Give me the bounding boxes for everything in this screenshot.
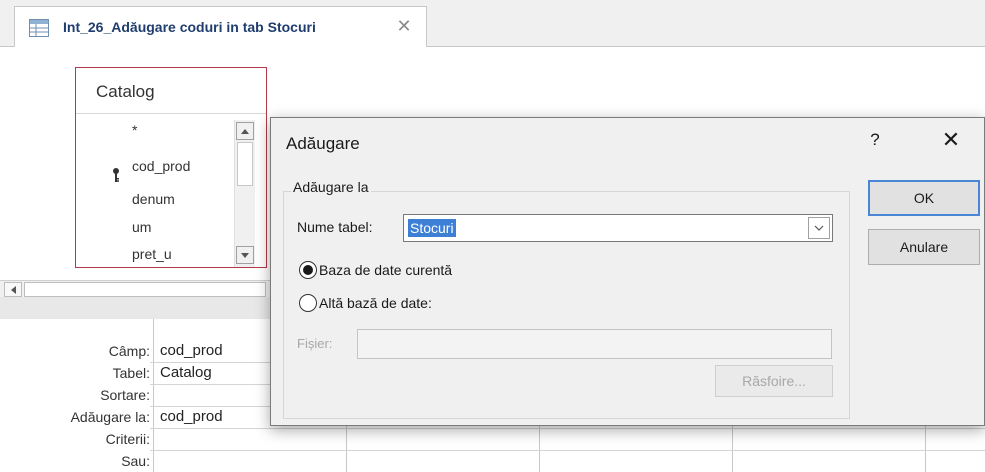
primary-key-icon — [112, 168, 120, 187]
table-name-value: Stocuri — [408, 219, 456, 237]
row-label-criteria: Criterii: — [105, 431, 150, 447]
document-tab-title: Int_26_Adăugare coduri in tab Stocuri — [63, 19, 316, 35]
radio-other-database[interactable] — [299, 294, 317, 312]
grid-cell-table[interactable]: Catalog — [160, 364, 212, 381]
group-label: Adăugare la — [291, 179, 371, 195]
document-tab-strip: Int_26_Adăugare coduri in tab Stocuri ✕ — [0, 0, 985, 47]
scroll-down-icon — [241, 252, 249, 258]
table-name-label: Nume tabel: — [297, 219, 373, 235]
browse-button: Răsfoire... — [715, 365, 833, 397]
help-button[interactable]: ? — [868, 130, 882, 150]
file-name-input — [357, 329, 832, 359]
radio-current-database[interactable] — [299, 261, 317, 279]
grid-cell-field[interactable]: cod_prod — [160, 342, 223, 359]
scroll-thumb[interactable] — [24, 282, 266, 297]
table-field-list-catalog[interactable]: Catalog * cod_prod denum um pret_u — [75, 67, 267, 268]
table-name: Catalog — [96, 82, 155, 101]
close-icon[interactable]: ✕ — [939, 128, 963, 152]
scroll-left-icon — [10, 285, 16, 294]
field-list-item[interactable]: um — [132, 219, 151, 235]
field-list-item[interactable]: denum — [132, 191, 175, 207]
row-label-or: Sau: — [121, 453, 150, 469]
field-list-item[interactable]: pret_u — [132, 246, 172, 262]
scroll-thumb[interactable] — [237, 142, 253, 186]
scroll-up-icon — [241, 128, 249, 134]
divider — [76, 113, 266, 114]
close-icon[interactable]: ✕ — [394, 16, 414, 36]
divider — [150, 428, 985, 429]
ok-button[interactable]: OK — [868, 180, 980, 216]
dialog-title: Adăugare — [286, 134, 360, 153]
row-label-append-to: Adăugare la: — [70, 409, 150, 425]
chevron-down-icon[interactable] — [808, 217, 830, 239]
field-list-item[interactable]: * — [132, 122, 137, 138]
grid-cell-append-to[interactable]: cod_prod — [160, 408, 223, 425]
cancel-button[interactable]: Anulare — [868, 229, 980, 265]
table-name-combobox[interactable]: Stocuri — [403, 214, 833, 242]
scroll-up-button[interactable] — [236, 122, 254, 140]
row-label-field: Câmp: — [108, 343, 150, 359]
scroll-down-button[interactable] — [236, 246, 254, 264]
field-list-scrollbar[interactable] — [234, 120, 255, 267]
field-list-item[interactable]: cod_prod — [132, 158, 190, 174]
radio-other-database-label[interactable]: Altă bază de date: — [319, 295, 432, 311]
radio-current-database-label[interactable]: Baza de date curentă — [319, 262, 452, 278]
query-design-icon — [29, 19, 49, 37]
file-name-label: Fișier: — [297, 336, 333, 351]
row-label-sort: Sortare: — [100, 387, 150, 403]
document-tab[interactable]: Int_26_Adăugare coduri in tab Stocuri ✕ — [14, 6, 427, 47]
row-label-table: Tabel: — [112, 365, 150, 381]
scroll-left-button[interactable] — [4, 282, 22, 297]
append-dialog: Adăugare ? ✕ Adăugare la Nume tabel: Sto… — [270, 117, 985, 426]
divider — [150, 450, 985, 451]
